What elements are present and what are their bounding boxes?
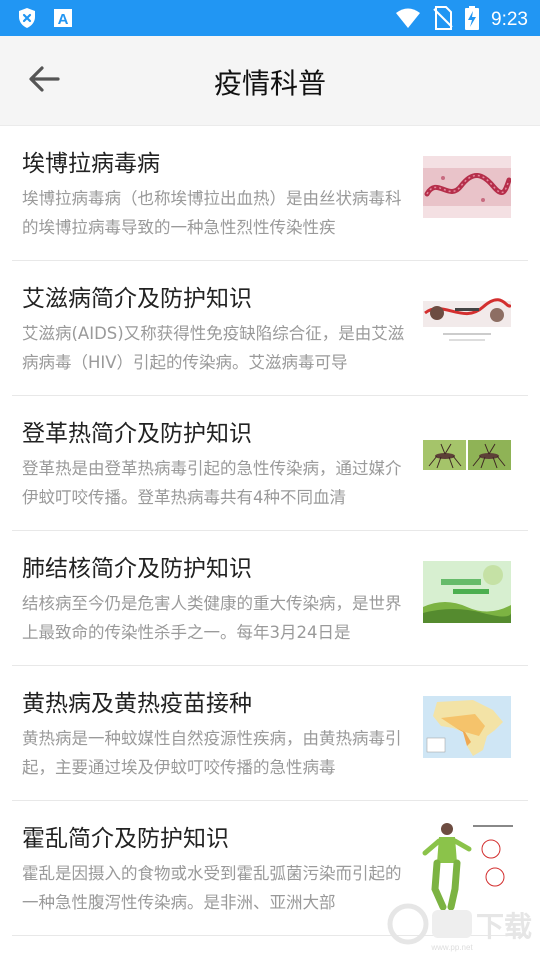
app-bar: 疫情科普: [0, 36, 540, 126]
article-description: 结核病至今仍是危害人类健康的重大传染病，是世界上最致命的传染性杀手之一。每年3月…: [22, 594, 402, 642]
article-title: 霍乱简介及防护知识: [22, 826, 229, 852]
article-title: 艾滋病简介及防护知识: [22, 286, 252, 312]
list-item[interactable]: 黄热病及黄热疫苗接种 黄热病是一种蚊媒性自然疫源性疾病，由黄热病毒引起，主要通过…: [12, 666, 528, 801]
article-description: 登革热是由登革热病毒引起的急性传染病，通过媒介伊蚊叮咬传播。登革热病毒共有4种不…: [22, 459, 402, 507]
status-bar: A 9:23: [0, 0, 540, 36]
article-title: 黄热病及黄热疫苗接种: [22, 691, 252, 717]
list-item[interactable]: 登革热简介及防护知识 登革热是由登革热病毒引起的急性传染病，通过媒介伊蚊叮咬传播…: [12, 396, 528, 531]
article-description: 黄热病是一种蚊媒性自然疫源性疾病，由黄热病毒引起，主要通过埃及伊蚊叮咬传播的急性…: [22, 729, 402, 777]
watermark-text: 下载: [476, 910, 532, 943]
page-title: 疫情科普: [213, 67, 326, 100]
article-description: 埃博拉病毒病（也称埃博拉出血热）是由丝状病毒科的埃博拉病毒导致的一种急性烈性传染…: [22, 189, 402, 237]
no-sim-icon: [433, 6, 453, 34]
shield-x-icon: [16, 7, 38, 29]
tuberculosis-poster-image: [423, 561, 511, 623]
ebola-virus-image: [423, 156, 511, 218]
aids-ribbon-image: [423, 291, 511, 353]
article-description: 艾滋病(AIDS)又称获得性免疫缺陷综合征，是由艾滋病病毒（HIV）引起的传染病…: [22, 324, 405, 372]
article-description: 霍乱是因摄入的食物或水受到霍乱弧菌污染而引起的一种急性腹泻性传染病。是非洲、亚洲…: [22, 864, 402, 912]
africa-map-image: [423, 696, 511, 758]
list-item[interactable]: 埃博拉病毒病 埃博拉病毒病（也称埃博拉出血热）是由丝状病毒科的埃博拉病毒导致的一…: [12, 126, 528, 261]
article-title: 肺结核简介及防护知识: [22, 556, 252, 582]
wifi-icon: [395, 7, 421, 33]
article-title: 登革热简介及防护知识: [22, 421, 252, 447]
article-title: 埃博拉病毒病: [22, 151, 160, 177]
article-list: 埃博拉病毒病 埃博拉病毒病（也称埃博拉出血热）是由丝状病毒科的埃博拉病毒导致的一…: [0, 126, 540, 960]
svg-text:A: A: [58, 11, 69, 28]
list-item[interactable]: 肺结核简介及防护知识 结核病至今仍是危害人类健康的重大传染病，是世界上最致命的传…: [12, 531, 528, 666]
watermark-logo: 下载 www.pp.net: [386, 894, 536, 954]
battery-charging-icon: [465, 6, 480, 34]
list-item[interactable]: 艾滋病简介及防护知识 艾滋病(AIDS)又称获得性免疫缺陷综合征，是由艾滋病病毒…: [12, 261, 528, 396]
mosquito-image: [423, 426, 511, 488]
status-time: 9:23: [491, 9, 528, 30]
watermark-site: www.pp.net: [430, 943, 473, 952]
app-a-icon: A: [52, 7, 74, 29]
